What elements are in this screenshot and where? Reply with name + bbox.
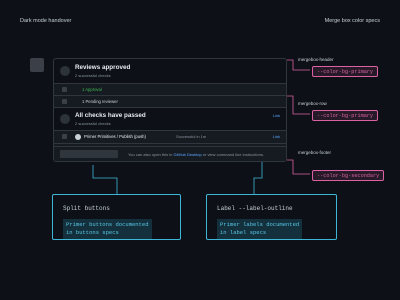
check-icon: [62, 134, 67, 139]
pending-icon: [62, 99, 67, 104]
avatar: [30, 58, 44, 72]
mergebox: Reviews approved 2 successful checks 1 A…: [53, 58, 287, 162]
mergebox-header: Reviews approved 2 successful checks: [54, 59, 286, 84]
check-name: Primer Primitives / Publish (push): [84, 134, 146, 139]
github-desktop-link[interactable]: GitHub Desktop: [173, 152, 201, 157]
footer-text: You can also open this in GitHub Desktop…: [128, 151, 264, 157]
checks-header: All checks have passed 2 successful chec…: [54, 108, 286, 131]
note-split-buttons: Split buttons Primer buttons documented i…: [52, 194, 181, 240]
checks-subtitle: 2 successful checks: [75, 121, 111, 126]
note-label-outline: Label --label-outline Primer labels docu…: [206, 194, 337, 240]
table-row[interactable]: Primer Primitives / Publish (push) Succe…: [54, 131, 286, 144]
status-icon: [60, 66, 70, 76]
annotation-header-token: --color-bg-primary: [312, 66, 379, 77]
reviews-subtitle: 2 successful checks: [75, 73, 111, 78]
page-title-left: Dark mode handover: [20, 18, 72, 24]
github-icon: [75, 133, 81, 140]
connector-footer-token: [287, 159, 310, 175]
mergebox-footer: You can also open this in GitHub Desktop…: [54, 146, 286, 161]
status-icon: [60, 114, 70, 124]
note-title: Split buttons: [63, 205, 110, 212]
check-status: Successful in 1m: [176, 134, 207, 139]
annotation-row-token: --color-bg-primary: [312, 110, 379, 121]
note-title: Label --label-outline: [217, 205, 293, 212]
check-link[interactable]: Link: [273, 134, 280, 139]
check-icon: [62, 87, 67, 92]
note-body: Primer buttons documented in buttons spec…: [63, 219, 152, 239]
merge-button[interactable]: [60, 150, 118, 158]
checks-link[interactable]: Link: [273, 113, 280, 118]
annotation-row-label: mergebox-row: [298, 101, 327, 106]
approval-label: 1 Approval: [82, 87, 102, 92]
annotation-footer-label: mergebox-footer: [298, 150, 332, 155]
note-body: Primer labels documented in label specs: [217, 219, 303, 239]
checks-title: All checks have passed: [75, 112, 146, 119]
annotation-footer-token: --color-bg-secondary: [312, 170, 385, 181]
list-item[interactable]: 1 Approval: [54, 84, 286, 96]
connector-split-buttons: [92, 165, 118, 195]
pending-label: 1 Pending reviewer: [82, 99, 118, 104]
reviews-title: Reviews approved: [75, 64, 131, 71]
list-item[interactable]: 1 Pending reviewer: [54, 96, 286, 108]
page-title-right: Merge box color specs: [324, 18, 380, 24]
annotation-header-label: mergebox-header: [298, 57, 334, 62]
